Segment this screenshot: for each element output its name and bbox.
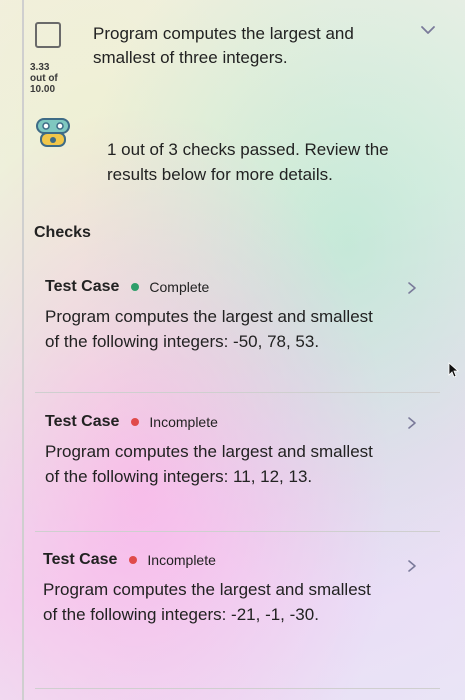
test-description: Program computes the largest and smalles… — [43, 580, 371, 624]
test-case-label: Test Case — [45, 413, 120, 430]
chevron-right-icon[interactable] — [405, 281, 419, 295]
divider — [35, 688, 440, 689]
question-checkbox[interactable] — [35, 22, 61, 48]
divider — [35, 392, 440, 393]
score-max: 10.00 — [30, 84, 56, 95]
test-status: Incomplete — [147, 552, 216, 568]
test-case-label: Test Case — [43, 551, 118, 568]
status-dot-incomplete — [131, 418, 140, 426]
test-case-label: Test Case — [45, 278, 120, 295]
question-title: Program computes the largest and smalles… — [93, 24, 354, 67]
card-left-border — [22, 0, 24, 700]
score-out-of: out of — [30, 73, 58, 84]
chevron-right-icon[interactable] — [405, 559, 419, 573]
status-dot-complete — [131, 283, 140, 291]
test-status: Complete — [149, 279, 210, 295]
status-dot-incomplete — [129, 556, 138, 564]
score-block: 3.33 out of 10.00 — [30, 62, 58, 95]
cursor-icon — [448, 362, 460, 378]
chevron-right-icon[interactable] — [405, 416, 419, 430]
checks-summary: 1 out of 3 checks passed. Review the res… — [107, 140, 389, 184]
test-status: Incomplete — [149, 414, 218, 430]
test-case-item[interactable]: Test Case Incomplete Program computes th… — [45, 411, 435, 489]
test-description: Program computes the largest and smalles… — [45, 307, 373, 351]
checks-heading: Checks — [34, 224, 91, 241]
divider — [35, 531, 440, 532]
robot-icon — [36, 118, 70, 147]
chevron-down-icon[interactable] — [420, 22, 436, 38]
test-description: Program computes the largest and smalles… — [45, 442, 373, 486]
score-value: 3.33 — [30, 62, 50, 73]
test-case-item[interactable]: Test Case Incomplete Program computes th… — [43, 549, 433, 627]
test-case-item[interactable]: Test Case Complete Program computes the … — [45, 276, 435, 354]
